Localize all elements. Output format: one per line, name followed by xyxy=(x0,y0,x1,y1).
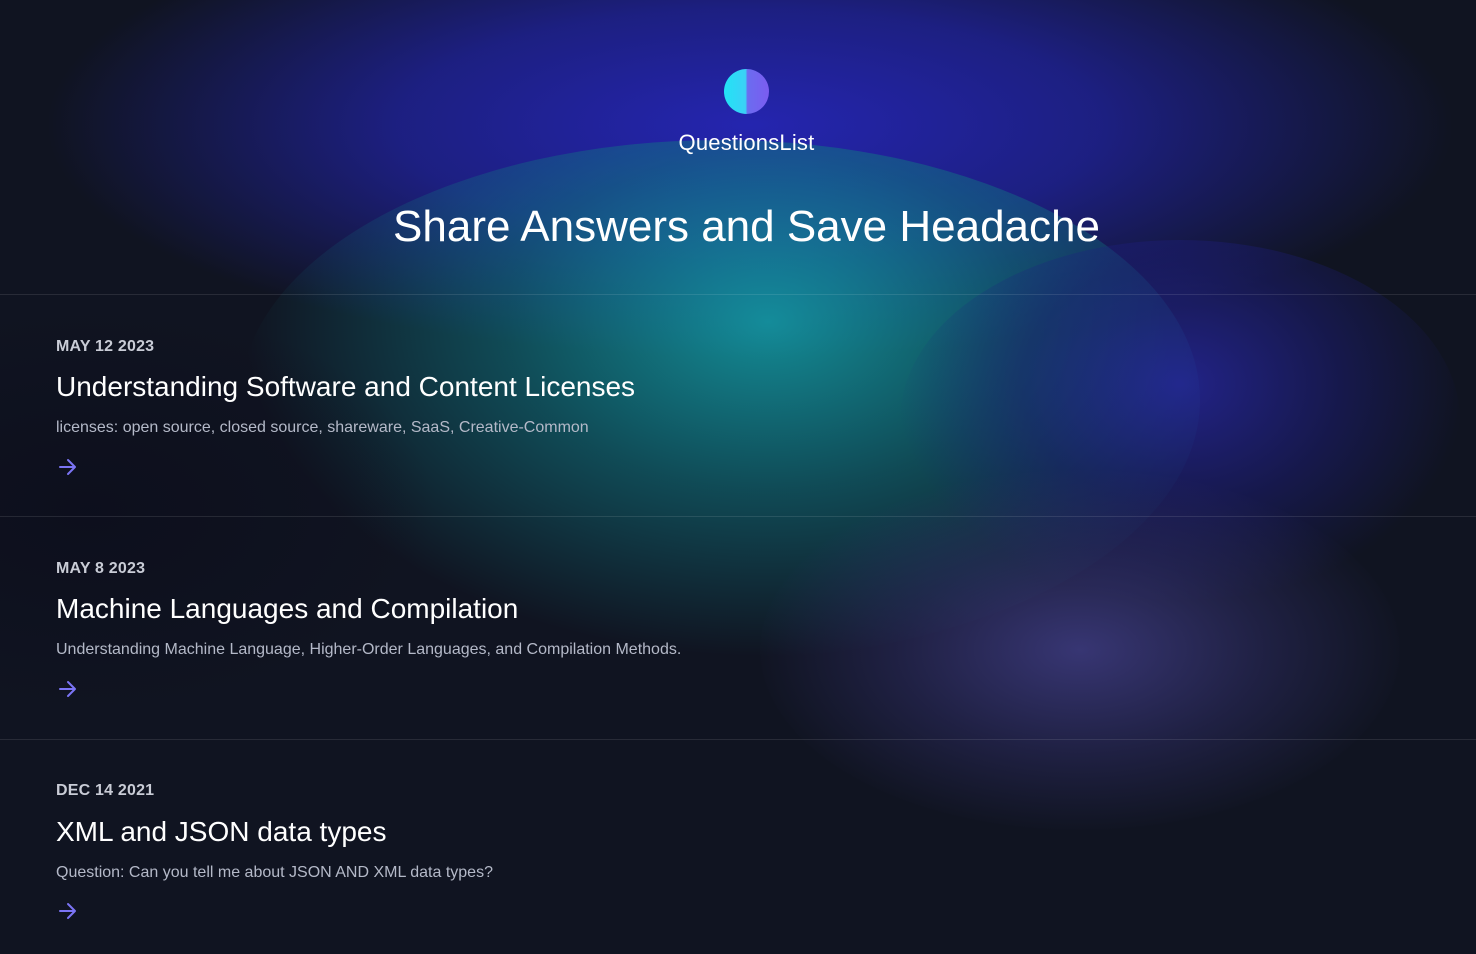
post-item[interactable]: DEC 14 2021 XML and JSON data types Ques… xyxy=(0,740,1476,954)
post-title[interactable]: Machine Languages and Compilation xyxy=(56,593,518,625)
post-description: licenses: open source, closed source, sh… xyxy=(56,419,589,436)
page: QuestionsList Share Answers and Save Hea… xyxy=(0,0,1476,954)
post-title[interactable]: XML and JSON data types xyxy=(56,816,386,848)
post-date: DEC 14 2021 xyxy=(56,782,155,799)
post-description: Understanding Machine Language, Higher-O… xyxy=(56,641,682,658)
post-date: MAY 12 2023 xyxy=(56,338,155,355)
arrow-right-icon[interactable] xyxy=(58,458,78,476)
post-item[interactable]: MAY 12 2023 Understanding Software and C… xyxy=(0,295,1476,516)
arrow-right-icon[interactable] xyxy=(58,680,78,698)
post-item[interactable]: MAY 8 2023 Machine Languages and Compila… xyxy=(0,517,1476,739)
site-header: QuestionsList Share Answers and Save Hea… xyxy=(0,0,1476,294)
brand-name[interactable]: QuestionsList xyxy=(0,130,1476,156)
page-headline: Share Answers and Save Headache xyxy=(393,202,1100,251)
post-date: MAY 8 2023 xyxy=(56,560,146,577)
logo-icon[interactable] xyxy=(724,69,769,114)
post-description: Question: Can you tell me about JSON AND… xyxy=(56,864,493,881)
post-title[interactable]: Understanding Software and Content Licen… xyxy=(56,371,635,403)
arrow-right-icon[interactable] xyxy=(58,902,78,920)
